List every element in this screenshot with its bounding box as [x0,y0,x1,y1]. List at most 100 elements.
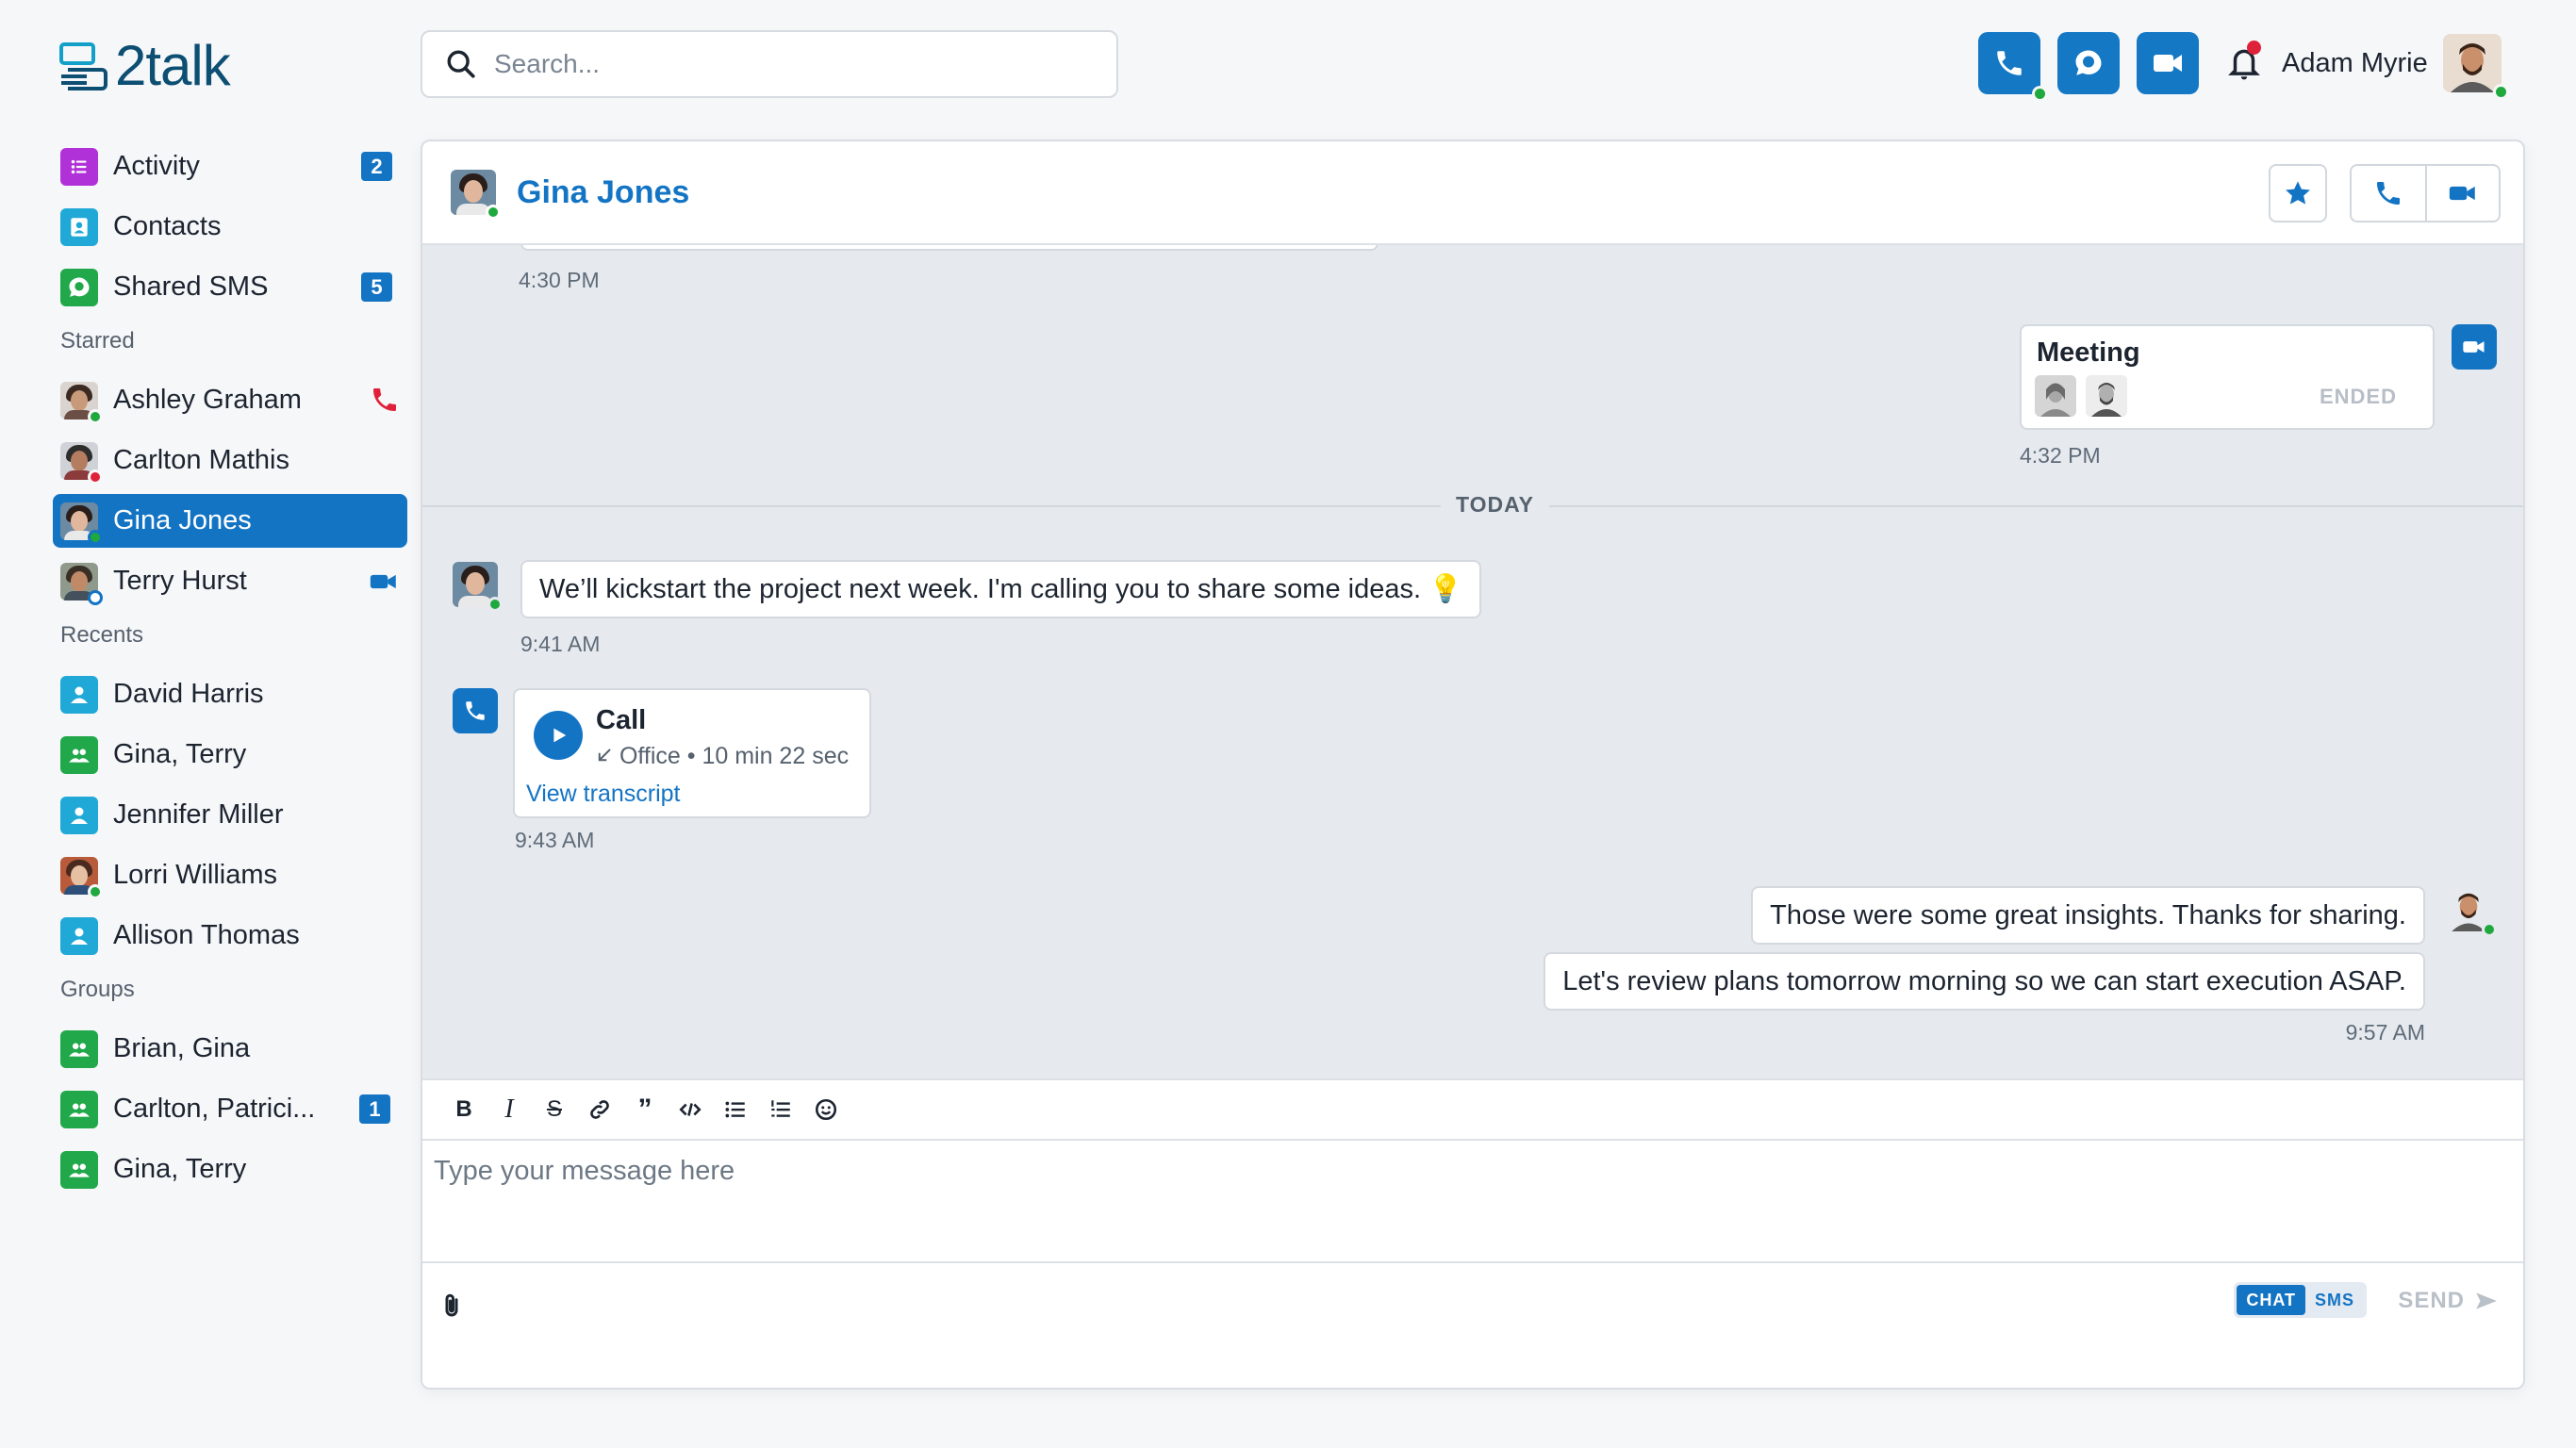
sidebar-item-label: Gina Jones [113,505,252,535]
call-meta: Office • 10 min 22 sec [596,743,849,770]
send-label: SEND [2398,1288,2465,1313]
channel-toggle: CHAT SMS [2234,1282,2367,1318]
app-logo[interactable]: 2talk [58,34,231,98]
bold-button[interactable]: B [441,1087,487,1132]
unread-badge: 2 [361,152,392,181]
sidebar-item-lorri-williams[interactable]: Lorri Williams [53,848,407,902]
numbered-list-button[interactable] [758,1087,803,1132]
sidebar-item-gina-jones[interactable]: Gina Jones [53,494,407,548]
message-text: Let's review plans tomorrow morning so w… [1562,965,2406,996]
play-recording-button[interactable] [534,711,583,760]
sidebar: Activity 2 Contacts Shared SMS 5 Starred… [53,140,407,1203]
notifications-button[interactable] [2218,32,2271,94]
participant-avatar [2035,375,2076,417]
online-status-dot [88,529,103,545]
sidebar-item-gina-terry[interactable]: Gina, Terry [53,728,407,782]
group-icon [60,1150,98,1189]
sms-icon [60,268,98,306]
sidebar-item-terry-hurst[interactable]: Terry Hurst [53,554,407,608]
conversation-actions [2269,164,2501,222]
phone-button[interactable] [1978,32,2048,102]
group-icon [60,735,98,774]
avatar [2446,886,2497,937]
sidebar-item-label: Jennifer Miller [113,799,284,830]
online-status-dot [2482,922,2497,937]
sidebar-item-label: Shared SMS [113,272,269,302]
sidebar-item-jennifer-miller[interactable]: Jennifer Miller [53,788,407,842]
call-duration: 10 min 22 sec [702,743,850,769]
send-button[interactable]: SEND [2398,1288,2501,1314]
busy-status-dot [88,469,103,485]
sidebar-item-brian-gina[interactable]: Brian, Gina [53,1022,407,1076]
sms-mode-button[interactable]: SMS [2305,1285,2364,1315]
meeting-status: ENDED [2319,385,2397,408]
call-source: Office [619,743,681,769]
message-time: 9:41 AM [520,632,601,656]
sidebar-item-activity[interactable]: Activity 2 [53,140,407,193]
avatar [60,562,103,605]
top-actions: Adam Myrie [1978,32,2509,102]
sidebar-item-allison-thomas[interactable]: Allison Thomas [53,909,407,963]
sidebar-item-label: Gina, Terry [113,739,247,769]
search-input[interactable] [494,49,1116,79]
strikethrough-button[interactable]: S [532,1087,577,1132]
message-input[interactable] [434,1156,2508,1259]
sidebar-item-shared-sms[interactable]: Shared SMS 5 [53,260,407,314]
section-heading-recents: Recents [60,622,144,648]
message-bubble[interactable]: We’ll kickstart the project next week. I… [520,560,1482,618]
online-status-dot [88,408,103,424]
sidebar-item-label: Carlton Mathis [113,445,289,475]
section-heading-starred: Starred [60,328,135,354]
formatting-toolbar: B I S ” [422,1080,2523,1141]
avatar [60,441,103,485]
avatar [60,856,103,899]
message-list[interactable]: 4:30 PM Meeting ENDED 4:32 PM TODAY We’l… [422,245,2523,1078]
sidebar-item-contacts[interactable]: Contacts [53,200,407,254]
sidebar-item-label: Terry Hurst [113,566,247,596]
search-box[interactable] [421,30,1118,98]
sidebar-item-label: Ashley Graham [113,385,302,415]
logo-text: 2talk [115,34,231,97]
sidebar-item-carlton-patricia[interactable]: Carlton, Patrici... 1 [53,1082,407,1136]
user-name[interactable]: Adam Myrie [2282,48,2428,79]
message-bubble[interactable]: Those were some great insights. Thanks f… [1751,886,2425,945]
video-contact-button[interactable] [2425,164,2501,222]
quote-button[interactable]: ” [622,1087,668,1132]
emoji-button[interactable] [803,1087,849,1132]
avatar [453,562,503,612]
chat-button[interactable] [2057,32,2120,94]
group-icon [60,1029,98,1068]
conversation-title[interactable]: Gina Jones [517,174,689,211]
user-avatar[interactable] [2442,34,2509,100]
participant-avatar [2086,375,2127,417]
message-bubble[interactable]: Let's review plans tomorrow morning so w… [1544,952,2425,1011]
call-contact-button[interactable] [2350,164,2425,222]
play-icon [553,728,567,743]
link-button[interactable] [577,1087,622,1132]
sidebar-item-ashley-graham[interactable]: Ashley Graham [53,373,407,427]
message-composer: B I S ” CHAT [422,1078,2523,1388]
code-button[interactable] [668,1087,713,1132]
avatar [60,381,103,424]
sidebar-item-gina-terry-group[interactable]: Gina, Terry [53,1143,407,1196]
avatar[interactable] [451,170,501,220]
sidebar-item-label: Contacts [113,211,222,241]
online-status-dot [2032,86,2048,102]
video-icon [368,566,400,602]
sidebar-item-label: Gina, Terry [113,1154,247,1184]
sidebar-item-david-harris[interactable]: David Harris [53,667,407,721]
view-transcript-link[interactable]: View transcript [526,781,681,808]
video-button[interactable] [2137,32,2199,94]
bullet-list-button[interactable] [713,1087,758,1132]
phone-icon [1997,51,2022,75]
star-button[interactable] [2269,164,2327,222]
person-icon [60,916,98,955]
chat-mode-button[interactable]: CHAT [2237,1285,2305,1315]
online-status-dot [487,597,503,612]
attach-button[interactable] [438,1290,466,1326]
phone-icon [2377,182,2400,205]
italic-button[interactable]: I [487,1087,532,1132]
sidebar-item-carlton-mathis[interactable]: Carlton Mathis [53,434,407,487]
conversation-header: Gina Jones [422,141,2523,245]
meeting-card[interactable]: Meeting ENDED [2020,324,2435,430]
